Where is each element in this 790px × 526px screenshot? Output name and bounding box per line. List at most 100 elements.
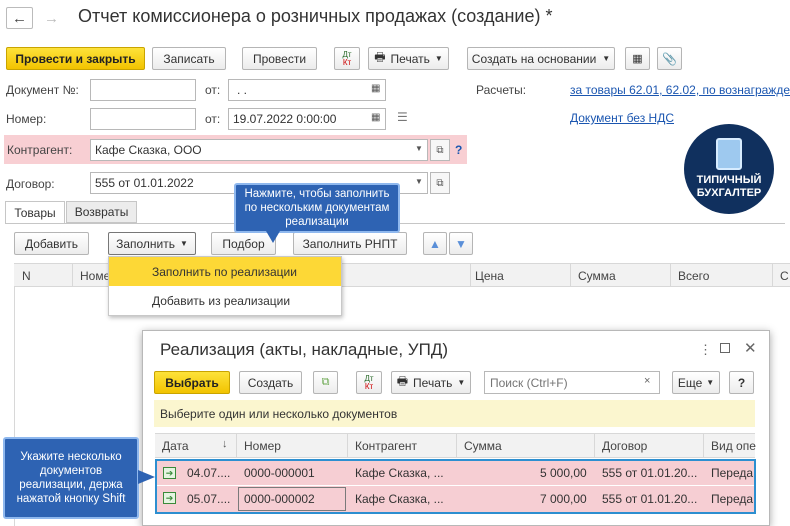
- dropdown-arrow-icon: ▼: [602, 54, 611, 63]
- post-button[interactable]: Провести: [242, 47, 317, 70]
- col-divider: [470, 263, 471, 287]
- forward-button[interactable]: →: [38, 7, 65, 29]
- help-icon[interactable]: ?: [455, 143, 462, 157]
- calendar-icon[interactable]: ▦: [371, 83, 380, 94]
- back-button[interactable]: ←: [6, 7, 33, 29]
- row-sum: 5 000,00: [540, 466, 587, 480]
- menu-item-fill-by-sales[interactable]: Заполнить по реализации: [109, 257, 341, 286]
- col-header-counterparty: Контрагент: [355, 439, 418, 453]
- more-label: Еще: [677, 375, 703, 390]
- doc-date-value: . .: [237, 83, 248, 97]
- kt-label: Кт: [364, 381, 374, 391]
- paperclip-icon: 📎: [662, 51, 677, 66]
- logo: ТИПИЧНЫЙ БУХГАЛТЕР: [684, 124, 774, 214]
- col-header-nomenclature: Номе: [80, 269, 111, 283]
- callout-shift-hint: Укажите несколько документов реализации,…: [3, 437, 139, 519]
- sort-down-icon[interactable]: ↓: [222, 438, 228, 450]
- document-icon: ➔: [163, 492, 176, 504]
- col-divider: [594, 433, 595, 458]
- dialog-dt-kt-button[interactable]: Дт Кт: [356, 371, 382, 394]
- structure-button[interactable]: ▦: [625, 47, 650, 70]
- fill-rnpt-button[interactable]: Заполнить РНПТ: [293, 232, 407, 255]
- col-divider: [772, 263, 773, 287]
- move-up-button[interactable]: ▲: [423, 232, 447, 255]
- counterparty-dropdown-icon[interactable]: ▼: [415, 144, 423, 153]
- doc-number-field[interactable]: [90, 79, 196, 101]
- row-operation: Переда: [711, 492, 754, 506]
- dialog-print-button[interactable]: 🖶 Печать ▼: [391, 371, 471, 394]
- col-header-total: Всего: [678, 269, 710, 283]
- print-button[interactable]: 🖶 Печать ▼: [368, 47, 449, 70]
- dialog-help-button[interactable]: ?: [729, 371, 754, 394]
- tab-returns[interactable]: Возвраты: [66, 201, 137, 223]
- dropdown-arrow-icon: ▼: [457, 378, 466, 387]
- calendar-icon[interactable]: ▦: [371, 112, 380, 123]
- col-divider: [703, 433, 704, 458]
- row-number: 0000-000002: [244, 492, 315, 506]
- col-header-operation: Вид опе: [711, 439, 756, 453]
- date-field[interactable]: 19.07.2022 0:00:00: [228, 108, 386, 130]
- fill-button[interactable]: Заполнить ▼: [108, 232, 196, 255]
- create-button[interactable]: Создать: [239, 371, 302, 394]
- copy-button[interactable]: ⧉: [313, 371, 338, 394]
- post-and-close-button[interactable]: Провести и закрыть: [6, 47, 145, 70]
- arrow-right-icon: →: [44, 9, 59, 27]
- print-label: Печать: [390, 51, 430, 66]
- row-operation: Переда: [711, 466, 754, 480]
- doc-date-field[interactable]: . .: [228, 79, 386, 101]
- dt-kt-button[interactable]: Дт Кт: [334, 47, 360, 70]
- calculator-icon: [716, 138, 742, 170]
- contract-open-button[interactable]: ⧉: [430, 172, 450, 194]
- print-label: Печать: [413, 375, 453, 390]
- printer-icon: 🖶: [396, 374, 409, 388]
- add-button[interactable]: Добавить: [14, 232, 89, 255]
- search-clear-icon[interactable]: ×: [644, 375, 650, 387]
- open-icon: ⧉: [436, 144, 444, 156]
- document-icon: ➔: [163, 467, 176, 479]
- col-header-n: N: [22, 269, 31, 283]
- create-based-on-button[interactable]: Создать на основании ▼: [467, 47, 615, 70]
- save-button[interactable]: Записать: [152, 47, 226, 70]
- col-header-contract: Договор: [602, 439, 648, 453]
- col-header-price: Цена: [475, 269, 504, 283]
- menu-item-add-from-sales[interactable]: Добавить из реализации: [109, 286, 341, 315]
- dialog-title: Реализация (акты, накладные, УПД): [160, 340, 448, 359]
- col-divider: [456, 433, 457, 458]
- col-header-number: Номер: [244, 439, 281, 453]
- col-header-sum: Сумма: [464, 439, 502, 453]
- callout-fill-hint: Нажмите, чтобы заполнить по нескольким д…: [234, 183, 400, 233]
- dialog-maximize-icon[interactable]: [720, 343, 730, 353]
- attach-button[interactable]: 📎: [657, 47, 682, 70]
- row-contract: 555 от 01.01.20...: [602, 466, 698, 480]
- row-counterparty: Кафе Сказка, ...: [355, 466, 444, 480]
- arrow-down-icon: ▼: [455, 236, 467, 251]
- search-input[interactable]: [484, 371, 660, 394]
- row-contract: 555 от 01.01.20...: [602, 492, 698, 506]
- more-button[interactable]: Еще ▼: [672, 371, 720, 394]
- row-date: 05.07....: [187, 492, 231, 506]
- contract-dropdown-icon[interactable]: ▼: [415, 177, 423, 186]
- contract-label: Договор:: [6, 177, 55, 191]
- logo-line1: ТИПИЧНЫЙ: [696, 174, 762, 186]
- col-divider: [347, 433, 348, 458]
- comment-icon[interactable]: ☰: [397, 110, 408, 124]
- dialog-menu-icon[interactable]: ⋮: [699, 342, 712, 358]
- date-from-label: от:: [205, 112, 221, 126]
- move-down-button[interactable]: ▼: [449, 232, 473, 255]
- printer-icon: 🖶: [374, 50, 386, 64]
- copy-icon: ⧉: [321, 376, 330, 388]
- fill-label: Заполнить: [116, 236, 175, 251]
- counterparty-open-button[interactable]: ⧉: [430, 139, 450, 161]
- settlements-label: Расчеты:: [476, 83, 527, 97]
- col-divider: [236, 433, 237, 458]
- counterparty-field[interactable]: Кафе Сказка, ООО: [90, 139, 428, 161]
- vat-link[interactable]: Документ без НДС: [570, 111, 674, 125]
- dialog-close-icon[interactable]: ✕: [744, 339, 757, 357]
- create-based-label: Создать на основании: [471, 51, 597, 66]
- choose-button[interactable]: Выбрать: [154, 371, 230, 394]
- number-field[interactable]: [90, 108, 196, 130]
- row-date: 04.07....: [187, 466, 231, 480]
- settlements-link[interactable]: за товары 62.01, 62.02, по вознагражден: [570, 83, 790, 97]
- tab-goods[interactable]: Товары: [5, 201, 65, 224]
- kt-label: Кт: [342, 57, 352, 67]
